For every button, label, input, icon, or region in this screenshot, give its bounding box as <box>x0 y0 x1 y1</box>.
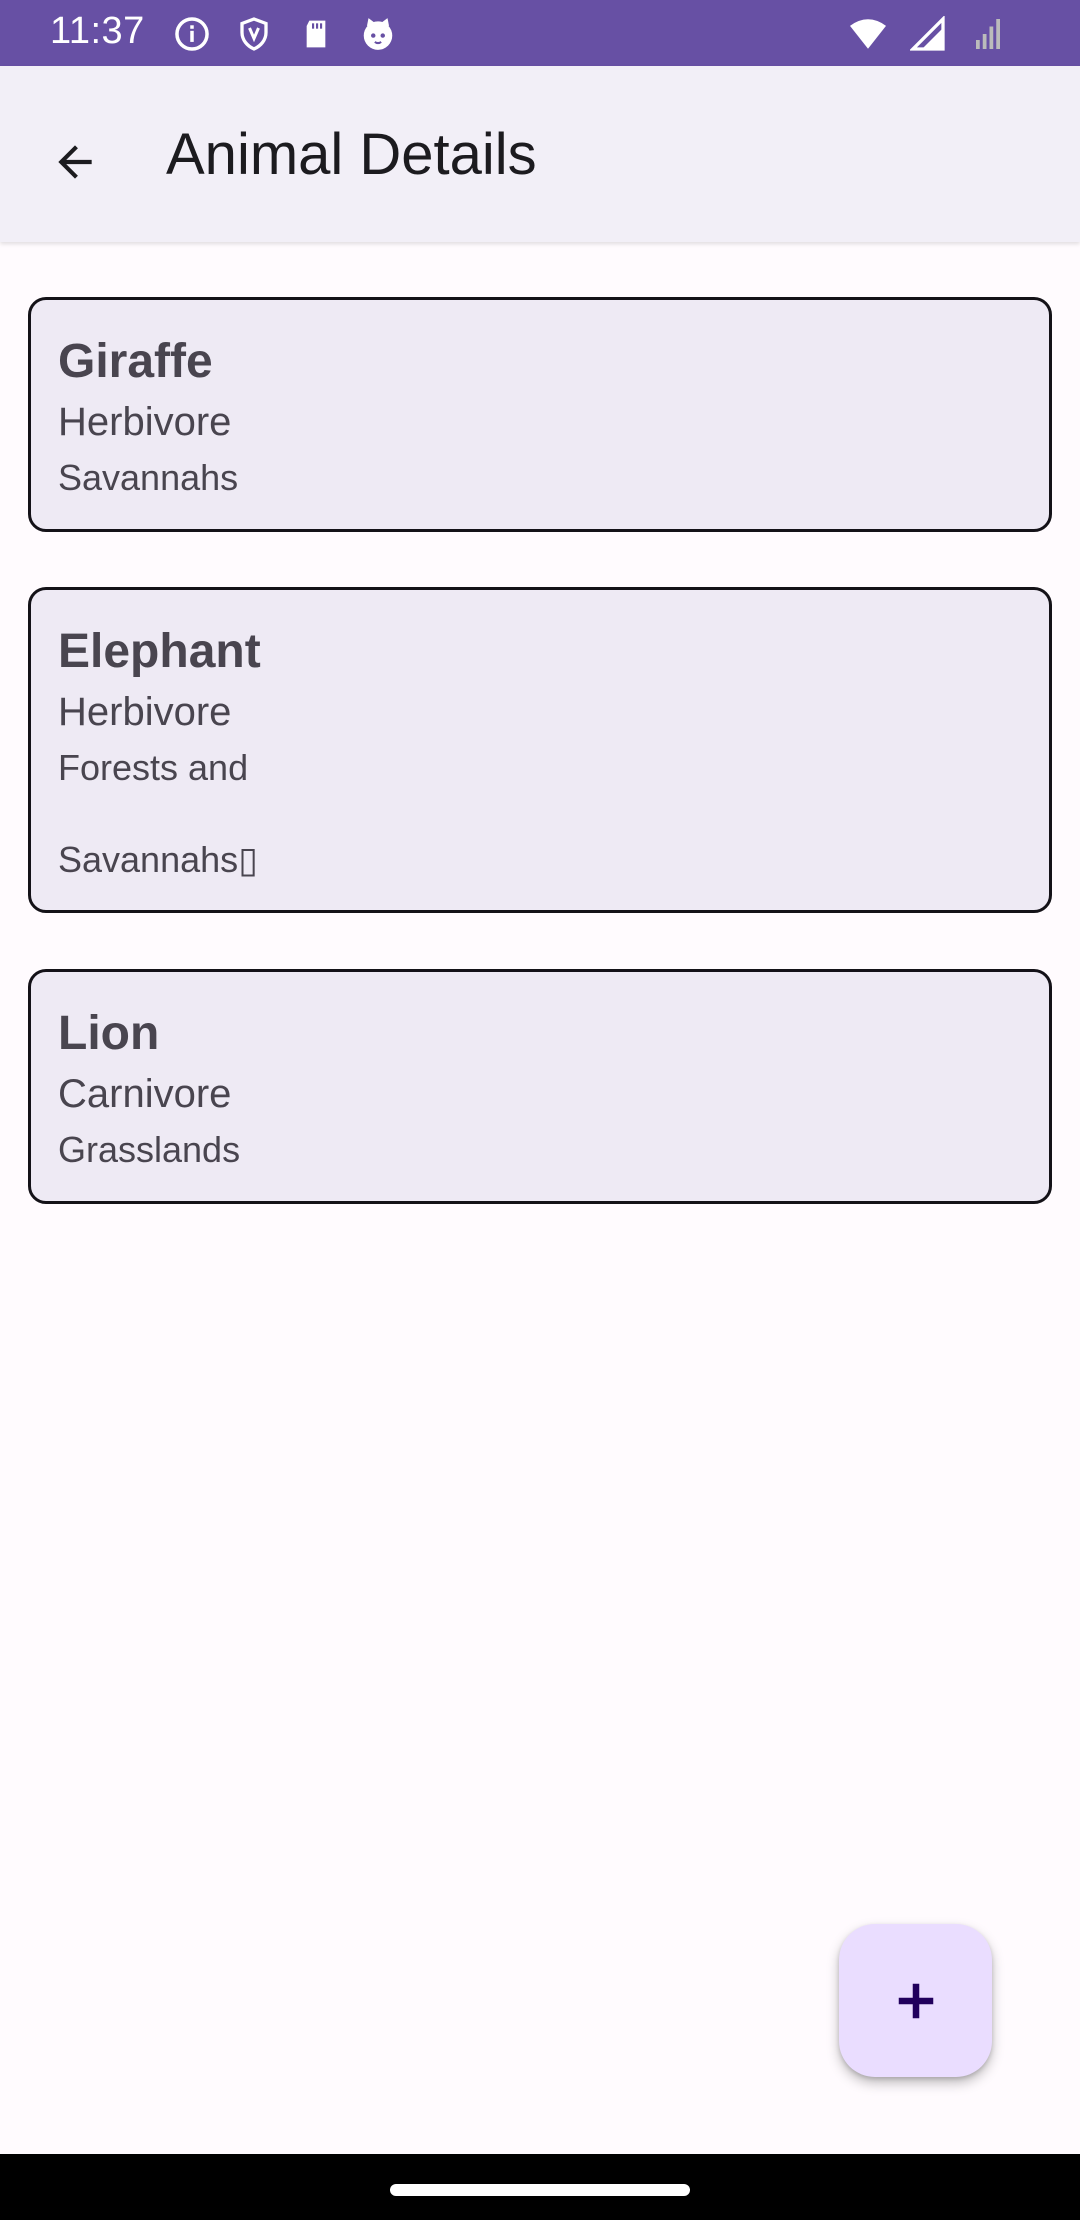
animal-card-lion[interactable]: Lion Carnivore Grasslands <box>28 969 1052 1204</box>
add-animal-button[interactable] <box>839 1924 992 2077</box>
no-signal-icon <box>968 14 1008 54</box>
home-indicator[interactable] <box>390 2184 690 2196</box>
info-icon <box>172 14 212 54</box>
animal-name: Lion <box>58 1007 160 1060</box>
animal-name: Elephant <box>58 625 261 678</box>
status-icons-left <box>172 14 398 54</box>
arrow-back-icon <box>58 145 92 179</box>
screen: 11:37 Animal Details Giraffe Herbivore S… <box>0 0 1080 2220</box>
status-bar: 11:37 <box>0 0 1080 66</box>
wifi-icon <box>848 14 888 54</box>
animal-name: Giraffe <box>58 335 213 388</box>
navigation-bar <box>0 2154 1080 2220</box>
animal-diet: Carnivore <box>58 1072 232 1116</box>
shield-icon <box>234 14 274 54</box>
status-icons-right <box>848 14 1008 54</box>
animal-habitat: Grasslands <box>58 1129 241 1170</box>
sd-card-icon <box>296 14 336 54</box>
page-title: Animal Details <box>166 122 537 187</box>
status-time: 11:37 <box>50 10 145 52</box>
cat-face-icon <box>358 14 398 54</box>
animal-card-giraffe[interactable]: Giraffe Herbivore Savannahs <box>28 297 1052 532</box>
animal-habitat: Forests and Savannahs▯ <box>58 747 258 880</box>
animal-habitat: Savannahs <box>58 457 239 498</box>
plus-icon <box>898 1983 933 2018</box>
back-button[interactable] <box>30 117 120 207</box>
top-app-bar: Animal Details <box>0 66 1080 242</box>
cell-signal-icon <box>908 14 948 54</box>
animal-diet: Herbivore <box>58 400 232 444</box>
animal-card-elephant[interactable]: Elephant Herbivore Forests and Savannahs… <box>28 587 1052 913</box>
